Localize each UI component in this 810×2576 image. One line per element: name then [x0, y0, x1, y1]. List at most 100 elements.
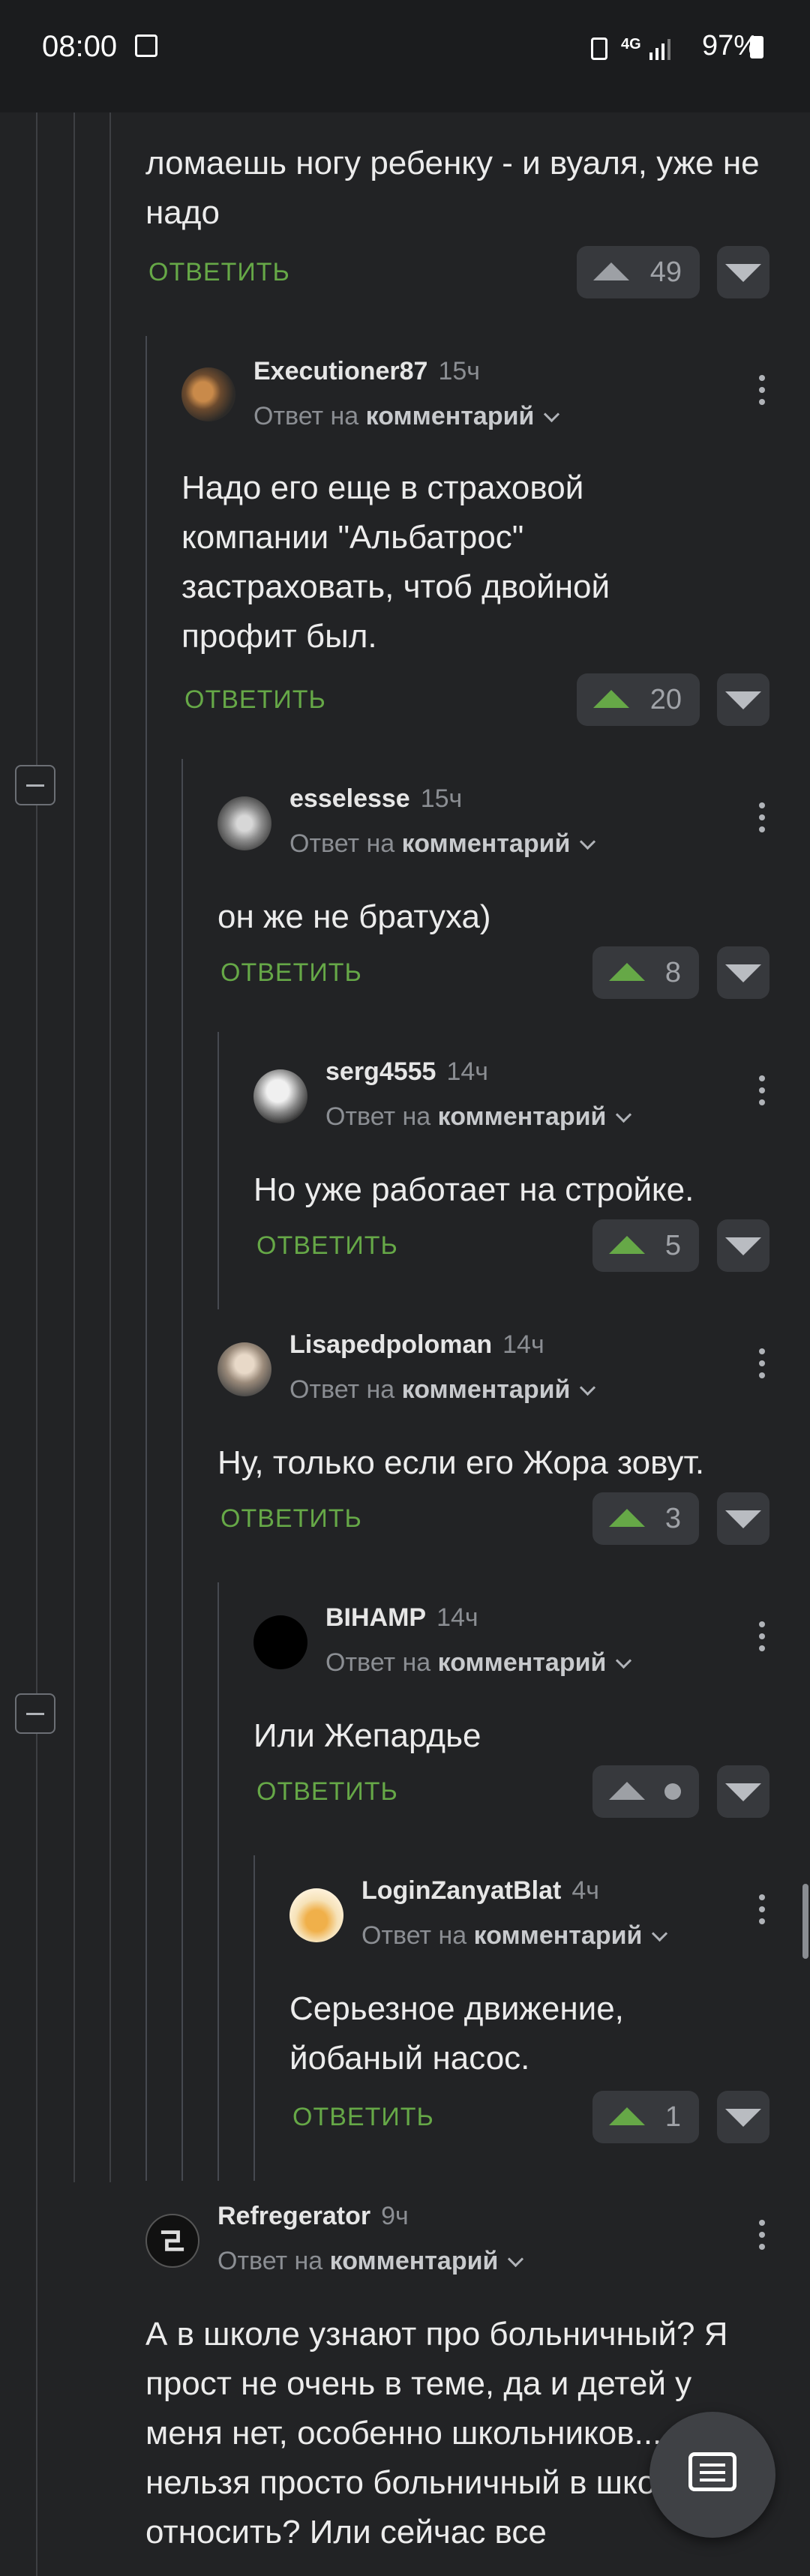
thread-line — [182, 759, 183, 2181]
upvote-button[interactable]: 3 — [592, 1492, 699, 1545]
downvote-icon — [725, 964, 761, 982]
vote-count: 49 — [650, 256, 682, 288]
downvote-button[interactable] — [717, 1219, 770, 1272]
upvote-icon — [593, 690, 629, 708]
comment-text: Надо его еще в страховой компании "Альба… — [182, 469, 610, 655]
comment-text: Но уже работает на стройке. — [254, 1171, 694, 1208]
reply-to-link[interactable]: Ответ на комментарий — [362, 1921, 668, 1951]
chevron-down-icon — [580, 833, 596, 850]
downvote-icon — [725, 1783, 761, 1801]
reply-to-link[interactable]: Ответ на комментарий — [326, 1648, 632, 1678]
username[interactable]: Lisapedpoloman 14ч — [290, 1330, 544, 1360]
thread-line — [110, 112, 111, 2182]
collapse-thread-icon[interactable] — [15, 1693, 56, 1734]
vote-count: 5 — [664, 1230, 681, 1261]
thread-line — [254, 1855, 255, 2181]
upvote-button[interactable]: 8 — [592, 946, 699, 999]
upvote-button[interactable]: 5 — [592, 1219, 699, 1272]
chevron-down-icon — [652, 1925, 668, 1942]
upvote-icon — [609, 2107, 645, 2125]
avatar[interactable] — [182, 367, 236, 421]
reply-button[interactable]: ОТВЕТИТЬ — [292, 2103, 434, 2132]
comment-time: 15ч — [438, 357, 480, 385]
comment-text: он же не братуха) — [218, 898, 491, 935]
downvote-button[interactable] — [717, 246, 770, 298]
downvote-button[interactable] — [717, 2091, 770, 2143]
avatar[interactable] — [146, 2214, 200, 2268]
username[interactable]: Executioner87 15ч — [254, 357, 480, 386]
comment-time: 14ч — [502, 1330, 544, 1359]
avatar[interactable] — [218, 796, 272, 850]
avatar[interactable] — [254, 1615, 308, 1669]
hidden-rating-icon — [664, 1783, 681, 1800]
reply-to-link[interactable]: Ответ на комментарий — [290, 829, 596, 859]
avatar[interactable] — [218, 1342, 272, 1396]
new-comment-button[interactable] — [650, 2412, 776, 2538]
username[interactable]: BIHAMP 14ч — [326, 1603, 478, 1633]
downvote-icon — [725, 1237, 761, 1255]
scrollbar-thumb[interactable] — [802, 1884, 808, 1959]
chevron-down-icon — [616, 1106, 632, 1123]
downvote-button[interactable] — [717, 946, 770, 999]
more-vertical-icon[interactable] — [758, 1621, 766, 1659]
username[interactable]: esselesse 15ч — [290, 784, 462, 814]
downvote-button[interactable] — [717, 1765, 770, 1818]
battery-icon — [750, 36, 764, 58]
comment-text: Ну, только если его Жора зовут. — [218, 1444, 705, 1481]
status-bar: 08:00 4G 97% — [0, 0, 810, 112]
comment-time: 14ч — [446, 1057, 489, 1086]
chevron-down-icon — [508, 2251, 524, 2268]
reply-to-link[interactable]: Ответ на комментарий — [218, 2247, 524, 2276]
vote-count: 3 — [664, 1503, 681, 1534]
username[interactable]: Refregerator 9ч — [218, 2202, 409, 2231]
thread-line — [218, 1032, 219, 1309]
downvote-icon — [725, 691, 761, 709]
reply-to-link[interactable]: Ответ на комментарий — [326, 1102, 632, 1132]
username[interactable]: LoginZanyatBlat 4ч — [362, 1876, 599, 1906]
reply-to-link[interactable]: Ответ на комментарий — [254, 402, 560, 431]
upvote-icon — [609, 963, 645, 981]
chevron-down-icon — [544, 406, 560, 423]
username[interactable]: serg4555 14ч — [326, 1057, 488, 1087]
status-time: 08:00 — [42, 30, 118, 63]
upvote-button[interactable] — [592, 1765, 699, 1818]
vote-count: 8 — [664, 957, 681, 988]
avatar[interactable] — [254, 1069, 308, 1123]
avatar[interactable] — [290, 1888, 344, 1942]
more-vertical-icon[interactable] — [758, 1075, 766, 1113]
reply-to-link[interactable]: Ответ на комментарий — [290, 1375, 596, 1405]
downvote-button[interactable] — [717, 1492, 770, 1545]
downvote-button[interactable] — [717, 673, 770, 726]
more-vertical-icon[interactable] — [758, 802, 766, 840]
upvote-button[interactable]: 1 — [592, 2091, 699, 2143]
upvote-icon — [609, 1236, 645, 1254]
signal-icon — [650, 39, 670, 60]
thread-line — [36, 112, 38, 2576]
reply-button[interactable]: ОТВЕТИТЬ — [256, 1777, 398, 1807]
upvote-icon — [609, 1509, 645, 1527]
chevron-down-icon — [580, 1379, 596, 1396]
upvote-icon — [609, 1782, 645, 1800]
comment-time: 9ч — [381, 2202, 409, 2230]
upvote-icon — [593, 262, 629, 280]
downvote-icon — [725, 1510, 761, 1528]
comment-time: 14ч — [436, 1603, 478, 1632]
comment-text: Серьезное движение, йобаный насос. — [290, 1990, 624, 2077]
reply-button[interactable]: ОТВЕТИТЬ — [220, 1504, 362, 1534]
collapse-thread-icon[interactable] — [15, 765, 56, 805]
more-vertical-icon[interactable] — [758, 375, 766, 412]
reply-button[interactable]: ОТВЕТИТЬ — [220, 958, 362, 988]
downvote-icon — [725, 2109, 761, 2127]
reply-button[interactable]: ОТВЕТИТЬ — [148, 258, 290, 287]
more-vertical-icon[interactable] — [758, 1348, 766, 1386]
more-vertical-icon[interactable] — [758, 2220, 766, 2257]
chevron-down-icon — [616, 1652, 632, 1669]
upvote-button[interactable]: 20 — [577, 673, 700, 726]
comment-time: 15ч — [420, 784, 463, 813]
vote-count: 20 — [650, 684, 682, 715]
reply-button[interactable]: ОТВЕТИТЬ — [184, 685, 326, 715]
more-vertical-icon[interactable] — [758, 1894, 766, 1932]
reply-button[interactable]: ОТВЕТИТЬ — [256, 1231, 398, 1261]
upvote-button[interactable]: 49 — [577, 246, 700, 298]
thread-line — [74, 112, 75, 2182]
